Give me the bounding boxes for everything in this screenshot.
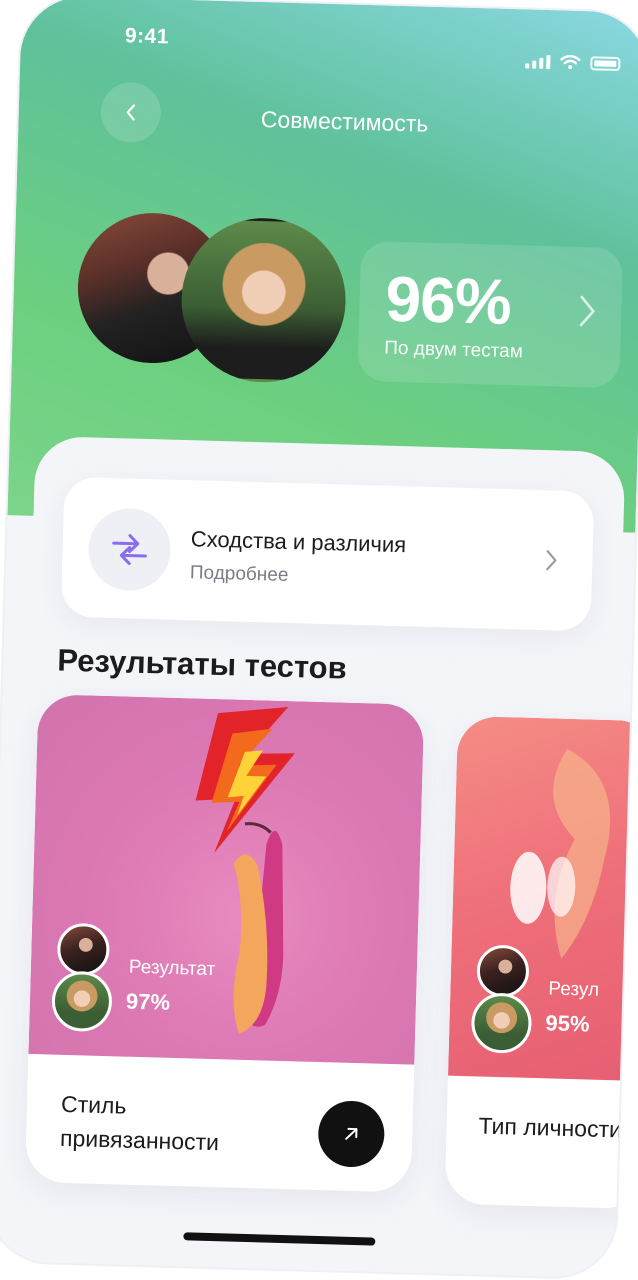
battery-icon (590, 56, 621, 72)
flame-illustration (195, 707, 295, 1034)
test-name: Тип личности (478, 1112, 623, 1143)
test-card-personality[interactable]: Резул 95% Тип личности (444, 715, 638, 1210)
status-time: 9:41 (124, 24, 170, 49)
test-card-attachment[interactable]: Результат 97% Стиль привязанности (24, 694, 425, 1193)
result-value: 95% (545, 1010, 590, 1037)
content-sheet: Сходства и различия Подробнее Результаты… (11, 435, 638, 1279)
chevron-right-icon (546, 550, 557, 571)
arrows-exchange-icon (87, 507, 172, 592)
result-value: 97% (125, 988, 171, 1015)
compatibility-score-card[interactable]: 96% По двум тестам (357, 240, 624, 389)
arrow-up-right-icon (345, 1127, 358, 1140)
phone-screen: 9:41 Совместимость 96% По двум тестам Сх… (0, 0, 638, 1279)
result-avatar-man (56, 922, 111, 977)
open-test-button[interactable] (317, 1100, 386, 1168)
chevron-right-icon (579, 295, 595, 327)
compatibility-subtitle: По двум тестам (383, 337, 524, 363)
result-label: Резул (548, 978, 600, 1001)
test-name: Стиль привязанности (59, 1090, 220, 1156)
chevron-left-icon (126, 104, 136, 121)
test-illustration: Результат 97% (28, 694, 425, 1065)
result-label: Результат (128, 956, 216, 981)
section-title: Результаты тестов (56, 642, 348, 686)
wifi-icon (560, 54, 581, 70)
similarities-more-link[interactable]: Подробнее (190, 562, 289, 587)
similarities-card[interactable]: Сходства и различия Подробнее (60, 476, 595, 632)
test-illustration: Резул 95% (447, 715, 638, 1082)
cellular-signal-icon (525, 54, 551, 70)
result-avatar-woman (51, 970, 113, 1033)
compatibility-percent: 96% (384, 262, 512, 339)
similarities-title: Сходства и различия (190, 526, 407, 558)
status-icons (525, 53, 621, 72)
